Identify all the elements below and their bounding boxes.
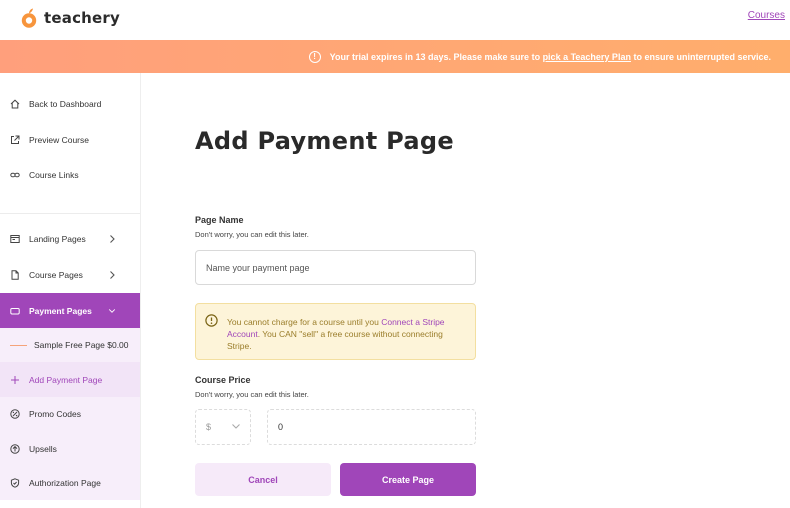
courses-link[interactable]: Courses xyxy=(748,10,785,21)
course-price-hint: Don't worry, you can edit this later. xyxy=(195,390,309,399)
sidebar-item-label: Landing Pages xyxy=(29,234,86,244)
warning-text-after: . You CAN "sell" a free course without c… xyxy=(227,329,443,351)
sidebar-item-landing-pages[interactable]: Landing Pages xyxy=(0,223,140,255)
chevron-right-icon xyxy=(110,235,115,243)
sidebar-item-course-pages[interactable]: Course Pages xyxy=(0,259,140,291)
main-content: Add Payment Page Page Name Don't worry, … xyxy=(141,73,790,508)
sidebar-item-label: Add Payment Page xyxy=(29,374,103,385)
alert-circle-icon xyxy=(205,314,218,327)
sidebar-item-label: Back to Dashboard xyxy=(29,99,102,109)
banner-text-after: to ensure uninterrupted service. xyxy=(630,51,771,62)
chevron-down-icon xyxy=(232,424,240,429)
layout-icon xyxy=(10,235,20,243)
link-icon xyxy=(10,172,20,178)
course-price-input[interactable] xyxy=(267,409,476,445)
shield-icon xyxy=(10,478,20,488)
currency-select[interactable]: $ xyxy=(195,409,251,445)
stripe-warning: You cannot charge for a course until you… xyxy=(195,303,476,360)
sidebar-item-preview-course[interactable]: Preview Course xyxy=(0,124,140,156)
sidebar-subitem-add-payment-page[interactable]: Add Payment Page xyxy=(0,362,140,397)
sidebar-item-label: Course Links xyxy=(29,170,79,180)
sidebar-item-payment-pages[interactable]: Payment Pages xyxy=(0,293,140,328)
sidebar-item-label: Preview Course xyxy=(29,135,89,145)
page-title: Add Payment Page xyxy=(195,127,454,155)
plus-icon xyxy=(11,375,19,384)
trial-banner: ! Your trial expires in 13 days. Please … xyxy=(0,40,790,73)
currency-value: $ xyxy=(206,422,212,432)
cancel-button[interactable]: Cancel xyxy=(195,463,331,496)
external-link-icon xyxy=(11,135,20,144)
create-page-button[interactable]: Create Page xyxy=(340,463,476,496)
sidebar-item-label: Payment Pages xyxy=(29,305,92,316)
sidebar-item-label: Promo Codes xyxy=(29,409,81,419)
page-name-label: Page Name xyxy=(195,215,244,225)
sidebar-item-course-links[interactable]: Course Links xyxy=(0,159,140,191)
course-price-label: Course Price xyxy=(195,375,251,385)
chevron-right-icon xyxy=(110,271,115,279)
sidebar-item-label: Sample Free Page $0.00 xyxy=(34,340,129,350)
logo-text: teachery xyxy=(44,9,120,27)
sidebar-item-promo-codes[interactable]: Promo Codes xyxy=(0,397,140,431)
page-name-hint: Don't worry, you can edit this later. xyxy=(195,230,309,239)
trial-banner-text: Your trial expires in 13 days. Please ma… xyxy=(330,52,771,62)
page-name-input[interactable] xyxy=(195,250,476,285)
sidebar-item-upsells[interactable]: Upsells xyxy=(0,431,140,466)
teachery-logo[interactable]: teachery xyxy=(20,4,120,32)
warning-text-before: You cannot charge for a course until you xyxy=(227,317,382,327)
stripe-warning-text: You cannot charge for a course until you… xyxy=(227,316,467,352)
pick-plan-link[interactable]: pick a Teachery Plan xyxy=(543,52,631,62)
sidebar-divider xyxy=(0,213,140,214)
file-icon xyxy=(11,270,19,280)
dash-icon xyxy=(10,344,27,346)
home-icon xyxy=(10,99,20,109)
arrow-up-circle-icon xyxy=(10,443,20,454)
info-icon: ! xyxy=(308,50,321,63)
chevron-down-icon xyxy=(108,309,116,313)
banner-text-before: Your trial expires in 13 days. Please ma… xyxy=(329,51,543,62)
sidebar-item-label: Course Pages xyxy=(29,270,83,280)
sidebar-item-label: Upsells xyxy=(29,443,57,454)
credit-card-icon xyxy=(10,307,20,314)
percent-icon xyxy=(10,409,20,419)
sidebar-item-back-to-dashboard[interactable]: Back to Dashboard xyxy=(0,88,140,120)
sidebar-subitem-sample-free-page[interactable]: Sample Free Page $0.00 xyxy=(0,328,140,362)
sidebar-item-label: Authorization Page xyxy=(29,478,101,488)
top-bar: teachery Courses xyxy=(0,0,790,40)
sidebar-item-authorization-page[interactable]: Authorization Page xyxy=(0,466,140,500)
sidebar: Back to Dashboard Preview Course Course … xyxy=(0,73,141,508)
apple-logo-icon xyxy=(21,8,37,28)
